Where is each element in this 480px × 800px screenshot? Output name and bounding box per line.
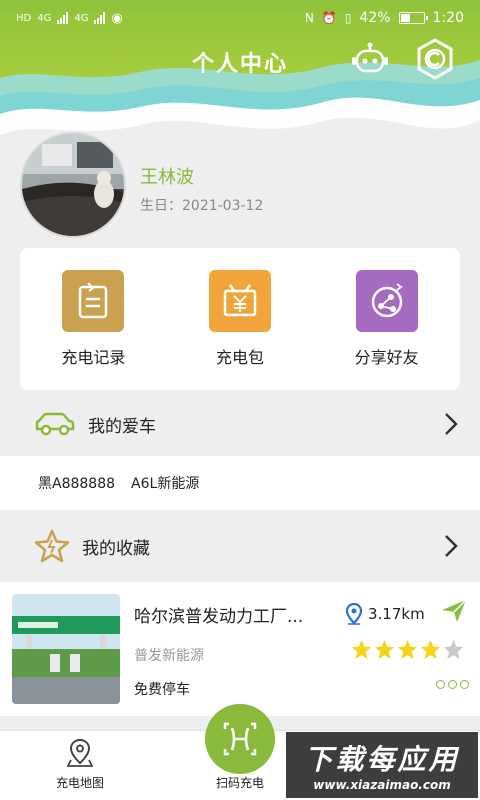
watermark-title: 下载每应用 <box>304 743 460 776</box>
eye-icon: ◉ <box>111 10 123 26</box>
birthday-value: 2021-03-12 <box>182 198 264 214</box>
tab-charging-map[interactable]: 充电地图 <box>30 731 130 800</box>
watermark-logo: 下载每应用 www.xiazaimao.com <box>286 732 478 798</box>
feature-label: 充电记录 <box>61 348 126 367</box>
rating-stars <box>351 639 464 660</box>
hd-label: HD <box>16 12 32 24</box>
share-tile <box>355 270 418 332</box>
car-icon <box>35 412 75 436</box>
star-empty-icon <box>443 639 464 660</box>
birthday: 生日：2021-03-12 <box>140 195 263 215</box>
vibrate-icon: ▯ <box>344 11 352 25</box>
watermark-url: www.xiazaimao.com <box>313 778 451 792</box>
feature-label: 分享好友 <box>354 348 419 367</box>
robot-icon[interactable] <box>351 42 389 78</box>
station-photo <box>12 594 120 704</box>
station-name: 哈尔滨普发动力工厂... <box>134 607 304 627</box>
chevron-right-icon <box>445 535 458 557</box>
navigate-icon[interactable] <box>440 598 468 624</box>
package-tile <box>208 270 271 332</box>
star-outline-icon <box>34 529 70 563</box>
more-icon[interactable] <box>436 680 469 689</box>
page-title: 个人中心 <box>191 52 288 77</box>
record-tile <box>62 270 125 332</box>
car-info[interactable]: 黑A888888 A6L新能源 <box>0 456 480 510</box>
signal-icon-2 <box>94 12 106 24</box>
username: 王林波 <box>140 167 194 188</box>
star-filled-icon <box>351 639 372 660</box>
status-left: HD 4G 4G ◉ <box>16 11 123 26</box>
station-image <box>12 594 120 704</box>
status-bar: HD 4G 4G ◉ N ⏰ ▯ 42% 1:20 <box>0 0 480 36</box>
package-icon <box>223 284 257 317</box>
map-pin-icon <box>67 738 93 767</box>
favorites-row[interactable]: 我的收藏 <box>0 518 480 574</box>
tab-label: 扫码充电 <box>215 776 264 790</box>
station-parking: 免费停车 <box>134 682 190 698</box>
scan-icon <box>223 722 257 756</box>
feature-label: 充电包 <box>215 348 264 367</box>
tab-label: 充电地图 <box>55 776 104 790</box>
network-label: 4G <box>37 12 52 24</box>
avatar[interactable] <box>20 132 126 238</box>
chevron-right-icon <box>445 413 458 435</box>
feature-charge-package[interactable]: 充电包 <box>180 270 300 368</box>
car-plate: 黑A888888 <box>38 476 116 492</box>
battery-percent: 42% <box>359 10 391 26</box>
signal-icon <box>57 12 69 24</box>
distance-value: 3.17km <box>368 605 425 623</box>
avatar-photo <box>22 134 124 236</box>
share-icon <box>371 283 403 318</box>
star-filled-icon <box>420 639 441 660</box>
alarm-icon: ⏰ <box>321 11 337 25</box>
battery-icon <box>398 12 428 24</box>
status-right: N ⏰ ▯ 42% 1:20 <box>305 10 464 26</box>
feature-charge-record[interactable]: 充电记录 <box>33 270 153 368</box>
station-type: 普发新能源 <box>134 648 204 664</box>
favorites-label: 我的收藏 <box>82 538 150 559</box>
scan-button[interactable] <box>205 704 275 774</box>
record-icon <box>79 282 108 319</box>
feature-share-friends[interactable]: 分享好友 <box>327 270 447 368</box>
battery-fill <box>400 14 410 22</box>
location-pin-icon <box>346 603 362 625</box>
my-car-label: 我的爱车 <box>88 416 156 437</box>
star-filled-icon <box>374 639 395 660</box>
my-car-row[interactable]: 我的爱车 <box>0 396 480 452</box>
clock: 1:20 <box>432 10 464 26</box>
nfc-icon: N <box>304 11 314 25</box>
station-distance: 3.17km <box>346 603 425 625</box>
birthday-label: 生日： <box>140 198 182 214</box>
network-label-2: 4G <box>74 12 89 24</box>
features-card: 充电记录 充电包 分享好友 <box>20 248 460 390</box>
star-filled-icon <box>397 639 418 660</box>
car-model: A6L新能源 <box>131 476 200 492</box>
settings-icon[interactable] <box>414 38 456 80</box>
